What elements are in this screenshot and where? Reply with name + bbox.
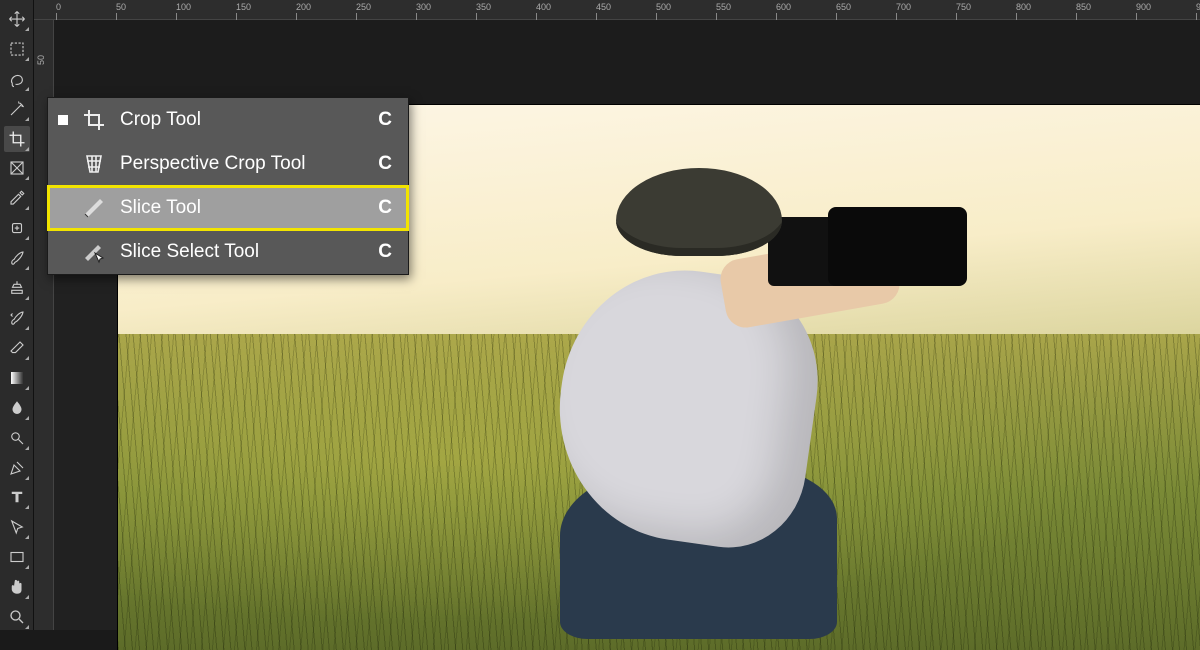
type-tool-icon[interactable] <box>4 485 30 511</box>
flyout-label: Slice Select Tool <box>120 241 364 263</box>
flyout-shortcut: C <box>378 241 392 263</box>
pen-tool-icon[interactable] <box>4 455 30 481</box>
tools-sidebar <box>0 0 34 630</box>
lasso-tool-icon[interactable] <box>4 66 30 92</box>
ruler-tick: 150 <box>236 2 251 12</box>
magic-wand-tool-icon[interactable] <box>4 96 30 122</box>
eraser-tool-icon[interactable] <box>4 335 30 361</box>
ruler-tick: 350 <box>476 2 491 12</box>
flyout-shortcut: C <box>378 153 392 175</box>
ruler-tick: 50 <box>116 2 126 12</box>
flyout-label: Crop Tool <box>120 109 364 131</box>
active-tool-indicator <box>58 115 68 125</box>
ruler-tick: 0 <box>56 2 61 12</box>
slice-icon <box>82 196 106 220</box>
ruler-tick: 950 <box>1196 2 1200 12</box>
ruler-tick: 550 <box>716 2 731 12</box>
move-tool-icon[interactable] <box>4 6 30 32</box>
ruler-tick: 700 <box>896 2 911 12</box>
ruler-tick: 500 <box>656 2 671 12</box>
horizontal-ruler: 0 50 100 150 200 250 300 350 400 450 500 550 600 650 7… <box>34 0 1200 20</box>
ruler-tick: 400 <box>536 2 551 12</box>
flyout-label: Perspective Crop Tool <box>120 153 364 175</box>
eyedropper-tool-icon[interactable] <box>4 185 30 211</box>
slice-select-icon <box>82 240 106 264</box>
flyout-label: Slice Tool <box>120 197 364 219</box>
crop-icon <box>82 108 106 132</box>
ruler-tick: 800 <box>1016 2 1031 12</box>
ruler-tick: 200 <box>296 2 311 12</box>
canvas-pasteboard <box>54 20 1200 105</box>
rectangle-tool-icon[interactable] <box>4 544 30 570</box>
ruler-tick: 100 <box>176 2 191 12</box>
history-brush-tool-icon[interactable] <box>4 305 30 331</box>
zoom-tool-icon[interactable] <box>4 604 30 630</box>
crop-tool-flyout: Crop Tool C Perspective Crop Tool C Slic… <box>47 97 409 275</box>
ruler-tick: 900 <box>1136 2 1151 12</box>
ruler-tick: 750 <box>956 2 971 12</box>
flyout-item-slice[interactable]: Slice Tool C <box>48 186 408 230</box>
healing-brush-tool-icon[interactable] <box>4 215 30 241</box>
ruler-tick: 600 <box>776 2 791 12</box>
flyout-item-perspective-crop[interactable]: Perspective Crop Tool C <box>48 142 408 186</box>
ruler-tick: 850 <box>1076 2 1091 12</box>
flyout-item-crop[interactable]: Crop Tool C <box>48 98 408 142</box>
perspective-crop-icon <box>82 152 106 176</box>
flyout-item-slice-select[interactable]: Slice Select Tool C <box>48 230 408 274</box>
ruler-tick: 300 <box>416 2 431 12</box>
dodge-tool-icon[interactable] <box>4 425 30 451</box>
flyout-shortcut: C <box>378 109 392 131</box>
ruler-tick: 650 <box>836 2 851 12</box>
clone-stamp-tool-icon[interactable] <box>4 275 30 301</box>
image-subject <box>514 149 976 640</box>
gradient-tool-icon[interactable] <box>4 365 30 391</box>
brush-tool-icon[interactable] <box>4 245 30 271</box>
flyout-shortcut: C <box>378 197 392 219</box>
hand-tool-icon[interactable] <box>4 574 30 600</box>
blur-tool-icon[interactable] <box>4 395 30 421</box>
ruler-tick: 250 <box>356 2 371 12</box>
ruler-tick: 450 <box>596 2 611 12</box>
marquee-tool-icon[interactable] <box>4 36 30 62</box>
ruler-tick: 50 <box>36 55 46 65</box>
crop-tool-icon[interactable] <box>4 126 30 152</box>
frame-tool-icon[interactable] <box>4 156 30 182</box>
path-selection-tool-icon[interactable] <box>4 514 30 540</box>
